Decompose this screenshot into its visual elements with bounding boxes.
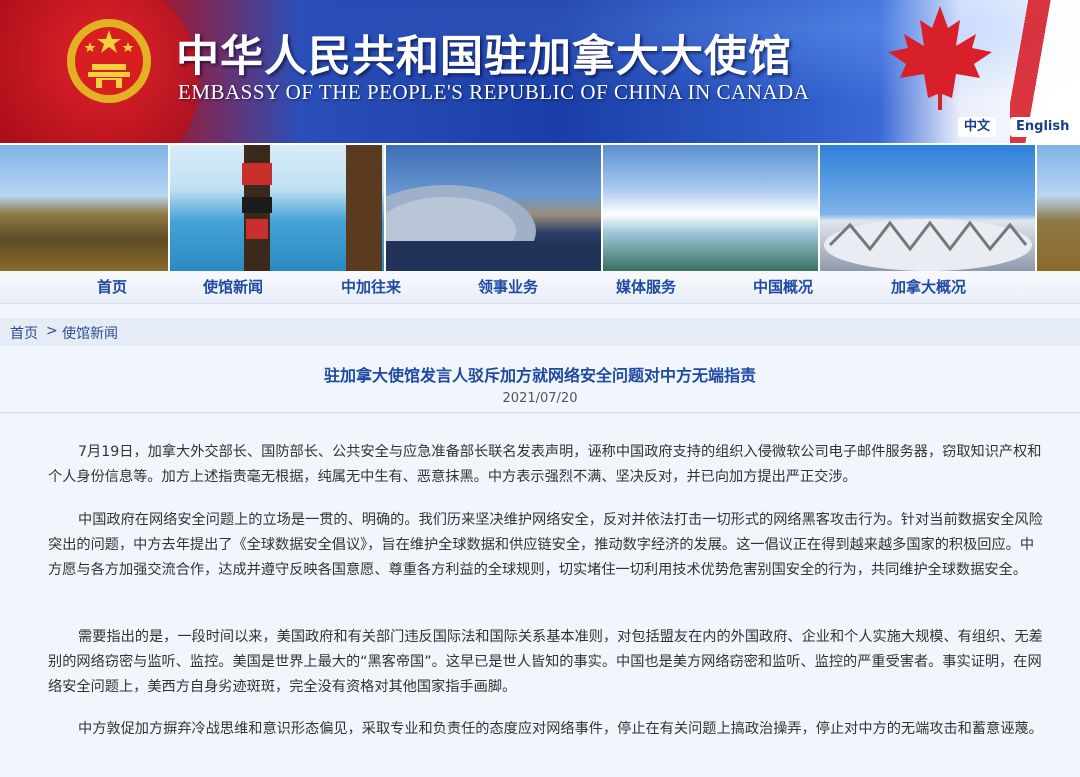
title-divider	[0, 412, 1080, 413]
breadcrumb-current-link[interactable]: 使馆新闻	[62, 323, 118, 343]
main-nav: 首页 使馆新闻 中加往来 领事业务 媒体服务 中国概况 加拿大概况	[0, 271, 1080, 304]
nav-about-china[interactable]: 中国概况	[753, 271, 813, 303]
language-english-link[interactable]: English	[1010, 117, 1076, 137]
article-date: 2021/07/20	[502, 391, 578, 406]
great-wall-photo	[0, 145, 168, 271]
breadcrumb-home-link[interactable]: 首页	[10, 323, 38, 343]
theatre-dome-icon	[386, 185, 601, 271]
article-paragraph: 7月19日，加拿大外交部长、国防部长、公共安全与应急准备部长联名发表声明，诬称中…	[48, 444, 1042, 485]
nav-china-canada-relations[interactable]: 中加往来	[341, 271, 401, 303]
totem-pole-photo	[170, 145, 384, 271]
nav-consular-affairs[interactable]: 领事业务	[478, 271, 538, 303]
article-title: 驻加拿大使馆发言人驳斥加方就网络安全问题对中方无端指责	[323, 366, 756, 385]
nav-embassy-news[interactable]: 使馆新闻	[203, 271, 263, 303]
site-title-cn: 中华人民共和国驻加拿大大使馆	[176, 32, 792, 82]
site-banner: 中华人民共和国驻加拿大大使馆 EMBASSY OF THE PEOPLE'S R…	[0, 0, 1080, 143]
national-theatre-photo	[386, 145, 601, 271]
article-paragraph: 中方敦促加方摒弃冷战思维和意识形态偏见，采取专业和负责任的态度应对网络事件，停止…	[78, 721, 1043, 737]
nav-media-services[interactable]: 媒体服务	[616, 271, 676, 303]
site-title-en: EMBASSY OF THE PEOPLE'S REPUBLIC OF CHIN…	[178, 80, 810, 104]
breadcrumb-separator: >	[46, 323, 58, 339]
national-emblem-icon	[67, 19, 151, 103]
niagara-falls-photo	[603, 145, 818, 271]
totem-pole-icon	[242, 145, 382, 271]
photo-strip	[0, 143, 1080, 271]
breadcrumb: 首页 > 使馆新闻	[0, 318, 1080, 346]
article-paragraph: 中国政府在网络安全问题上的立场是一贯的、明确的。我们历来坚决维护网络安全，反对并…	[48, 512, 1043, 578]
nav-about-canada[interactable]: 加拿大概况	[891, 271, 966, 303]
birds-nest-stadium-photo	[820, 145, 1035, 271]
language-chinese-link[interactable]: 中文	[958, 117, 997, 137]
great-wall-photo-2	[1037, 145, 1080, 271]
stadium-icon	[824, 219, 1032, 271]
nav-home[interactable]: 首页	[97, 271, 127, 303]
maple-leaf-icon	[888, 6, 992, 110]
article-paragraph: 需要指出的是，一段时间以来，美国政府和有关部门违反国际法和国际关系基本准则，对包…	[48, 629, 1043, 695]
